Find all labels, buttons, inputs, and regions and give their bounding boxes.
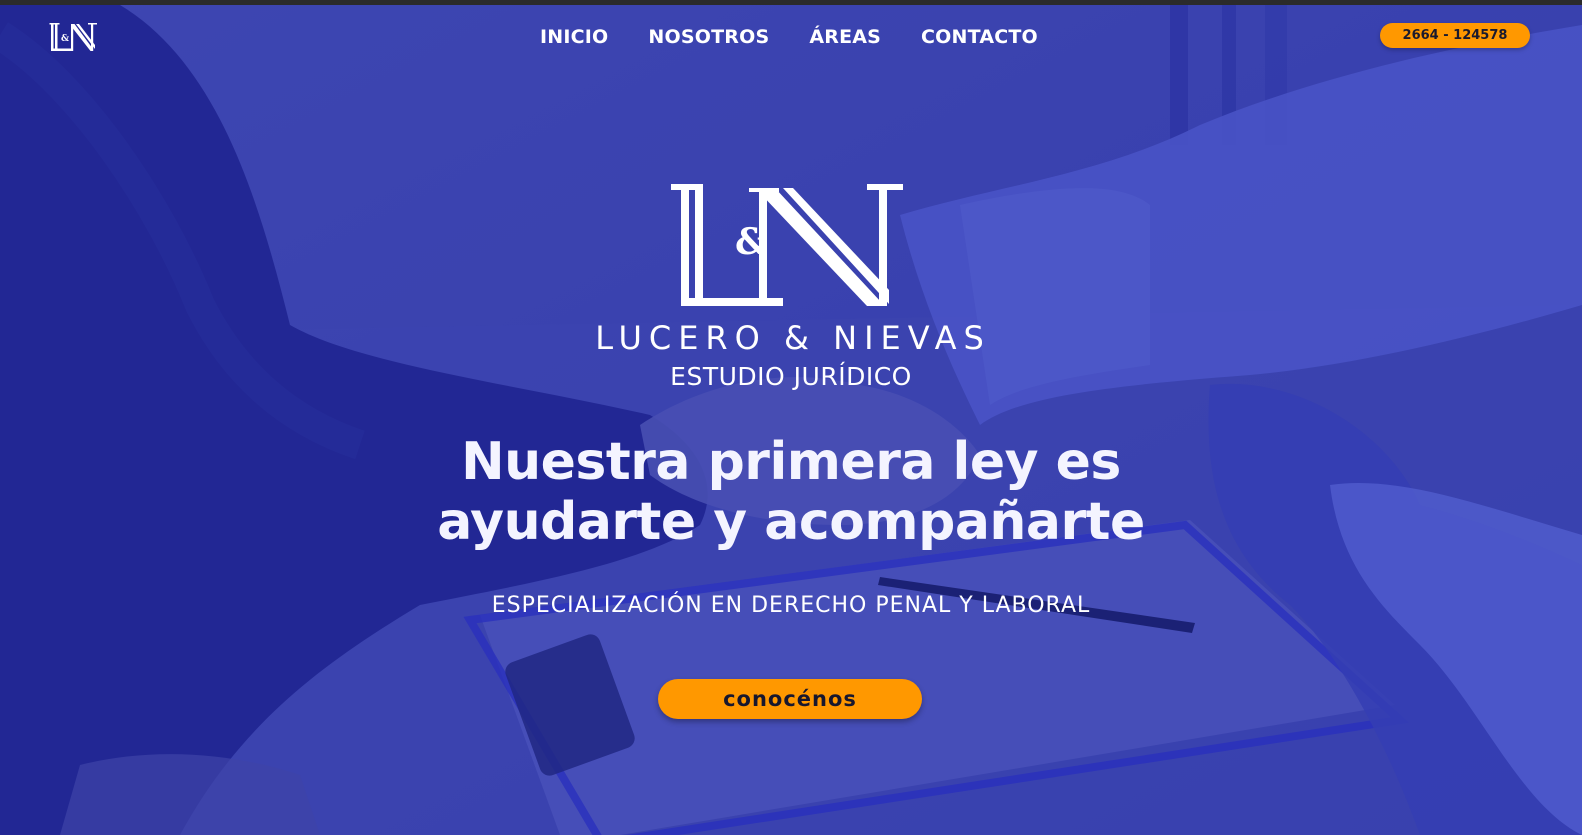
nav-item-contacto[interactable]: CONTACTO	[921, 24, 1038, 50]
nav-item-nosotros[interactable]: NOSOTROS	[648, 24, 769, 50]
hero-logo: &	[671, 180, 911, 314]
main-nav: INICIO NOSOTROS ÁREAS CONTACTO	[540, 24, 1038, 50]
headline-line-2: ayudarte y acompañarte	[437, 492, 1145, 552]
svg-text:&: &	[61, 34, 69, 44]
nav-item-areas[interactable]: ÁREAS	[809, 24, 881, 50]
hero-headline: Nuestra primera ley es ayudarte y acompa…	[391, 432, 1191, 552]
brand-subtitle: ESTUDIO JURÍDICO	[670, 362, 912, 391]
ln-monogram-logo-icon: &	[49, 23, 97, 51]
page: & INICIO NOSOTROS ÁREAS CONTACTO 2664 - …	[0, 0, 1582, 835]
nav-item-inicio[interactable]: INICIO	[540, 24, 608, 50]
phone-button[interactable]: 2664 - 124578	[1380, 23, 1530, 48]
hero-tagline: ESPECIALIZACIÓN EN DERECHO PENAL Y LABOR…	[491, 593, 1091, 618]
brand-name: LUCERO & NIEVAS	[595, 319, 991, 357]
conocenos-button[interactable]: conocénos	[658, 679, 922, 719]
headline-line-1: Nuestra primera ley es	[461, 432, 1121, 492]
ln-monogram-logo-icon: &	[671, 184, 903, 306]
nav-logo[interactable]: &	[49, 20, 99, 54]
svg-text:&: &	[735, 221, 768, 263]
